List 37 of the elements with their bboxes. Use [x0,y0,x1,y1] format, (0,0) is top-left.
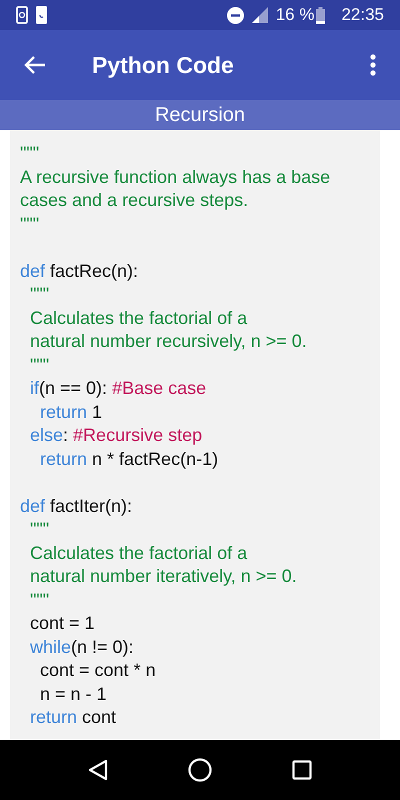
code-line: """ [20,142,40,165]
recents-nav-button[interactable] [292,760,312,780]
code-line: else: #Recursive step [29,424,202,447]
code-line: return n * factRec(n-1) [39,448,218,471]
clock-time: 22:35 [341,4,384,26]
code-line: cases and a recursive steps. [20,189,248,212]
section-title: Recursion [154,103,246,128]
app-title: Python Code [92,50,234,80]
code-line: if(n == 0): #Base case [29,377,206,400]
code-line: """ [29,588,50,612]
sim-card-icon [36,6,47,24]
code-line: Calculates the factorial of a [29,542,248,564]
back-button[interactable] [24,55,46,75]
code-line: return 1 [39,400,102,424]
code-line: return cont [29,706,116,729]
battery-icon [316,6,326,24]
do-not-disturb-icon [226,6,244,24]
code-line: natural number iteratively, n >= 0. [29,565,297,588]
code-line: """ [20,212,40,236]
home-nav-button[interactable] [188,758,212,782]
battery-percentage: 16 % [276,4,314,26]
code-line: """ [29,283,50,306]
code-line: A recursive function always has a base [20,166,330,189]
code-line: """ [29,518,50,541]
more-options-button[interactable] [370,54,376,76]
phone-sync-icon [16,6,28,24]
signal-icon [252,7,268,23]
code-line: while(n != 0): [29,636,134,659]
code-line: """ [29,354,50,376]
code-line: cont = 1 [29,612,95,635]
code-line: Calculates the factorial of a [29,306,248,330]
code-line: natural number recursively, n >= 0. [29,330,307,353]
code-line: n = n - 1 [39,682,107,706]
code-line: def factIter(n): [20,494,132,518]
code-line: def factRec(n): [20,260,138,283]
back-nav-button[interactable] [88,759,108,781]
code-line: cont = cont * n [39,659,156,682]
